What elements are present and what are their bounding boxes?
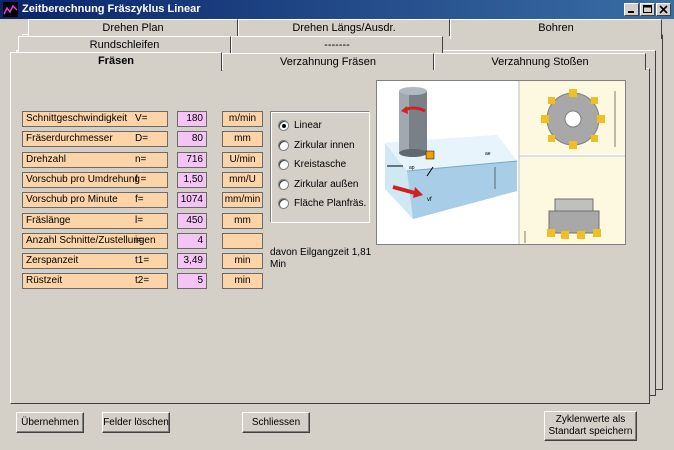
mode-option-label: Linear <box>294 120 322 131</box>
clear-fields-button[interactable]: Felder löschen <box>102 412 170 433</box>
field-value-input[interactable]: 450 <box>177 212 207 229</box>
apply-button[interactable]: Übernehmen <box>16 412 84 433</box>
radio-button-icon[interactable] <box>278 139 289 151</box>
mode-option[interactable]: Kreistasche <box>278 159 346 170</box>
mode-option[interactable]: Zirkular innen <box>278 139 355 151</box>
mode-option-label: Fläche Planfräs. <box>294 198 367 209</box>
save-defaults-button[interactable]: Zyklenwerte als Standart speichern <box>544 411 637 441</box>
milling-illustration: vf ap ae <box>376 80 626 245</box>
field-value-input[interactable]: 716 <box>177 151 207 168</box>
save-defaults-label-1: Zyklenwerte als <box>555 414 626 425</box>
tab-rundschleifen[interactable]: Rundschleifen <box>18 36 231 53</box>
mode-option[interactable]: Zirkular außen <box>278 178 359 190</box>
field-label: Vorschub pro Minute f= <box>22 192 168 209</box>
svg-text:ap: ap <box>409 165 415 171</box>
field-symbol: V= <box>135 113 148 124</box>
tab-fraesen[interactable]: Fräsen <box>10 52 222 71</box>
field-label-text: Zerspanzeit <box>26 255 79 267</box>
mode-option[interactable]: Fläche Planfräs. <box>278 198 366 209</box>
field-symbol: f= <box>135 194 144 206</box>
field-value-input[interactable]: 4 <box>177 232 207 249</box>
close-window-button[interactable] <box>656 3 671 16</box>
field-unit: mm <box>222 131 263 148</box>
field-symbol: t2= <box>135 275 150 287</box>
radio-button-icon[interactable] <box>278 120 289 131</box>
field-label: Fräslänge l= <box>22 212 168 229</box>
close-button[interactable]: Schliessen <box>242 412 310 433</box>
radio-button-icon[interactable] <box>278 178 289 190</box>
field-unit: mm/min <box>222 192 263 209</box>
app-icon <box>3 2 18 17</box>
save-defaults-label-2: Standart speichern <box>548 426 633 437</box>
field-label: Schnittgeschwindigkeit V= <box>22 111 168 127</box>
field-unit: min <box>222 253 263 270</box>
tab-verzahnung-stossen[interactable]: Verzahnung Stoßen <box>434 53 646 70</box>
mode-option[interactable]: Linear <box>278 120 322 131</box>
eilgang-info: davon Eilgangzeit 1,81 Min <box>270 247 371 271</box>
window-title: Zeitberechnung Fräszyklus Linear <box>22 3 201 15</box>
field-unit: U/min <box>222 151 263 168</box>
field-label: Drehzahl n= <box>22 151 168 168</box>
field-unit: m/min <box>222 111 263 127</box>
field-label-text: Fräserdurchmesser <box>26 133 113 145</box>
field-label-text: Vorschub pro Umdrehung <box>26 173 140 185</box>
close-icon <box>659 5 668 14</box>
minimize-button[interactable] <box>624 3 639 16</box>
mode-option-label: Zirkular außen <box>294 178 359 190</box>
eilgang-unit: Min <box>270 259 287 270</box>
maximize-button[interactable] <box>640 3 655 16</box>
mode-option-label: Zirkular innen <box>294 139 355 151</box>
mode-option-label: Kreistasche <box>294 159 347 170</box>
minimize-icon <box>628 11 634 13</box>
tab-drehen-laengs[interactable]: Drehen Längs/Ausdr. <box>238 19 450 36</box>
field-symbol: n= <box>135 153 147 165</box>
field-value-input[interactable]: 180 <box>177 111 207 127</box>
field-symbol: D= <box>135 133 149 145</box>
tab-bohren[interactable]: Bohren <box>450 19 662 39</box>
tab-verzahnung-fraesen[interactable]: Verzahnung Fräsen <box>222 53 434 70</box>
field-unit <box>222 232 263 249</box>
title-bar: Zeitberechnung Fräszyklus Linear <box>0 0 674 19</box>
maximize-icon <box>643 5 652 13</box>
field-label: Rüstzeit t2= <box>22 273 168 290</box>
field-symbol: i= <box>135 234 144 246</box>
milling-diagram: vf ap ae <box>377 81 625 244</box>
field-value-input[interactable]: 80 <box>177 131 207 148</box>
field-label-text: Rüstzeit <box>26 275 63 287</box>
tab-placeholder[interactable]: ------- <box>231 36 443 53</box>
field-value-input[interactable]: 3,49 <box>177 253 207 270</box>
field-value-input[interactable]: 1074 <box>177 192 207 209</box>
eilgang-text: davon Eilgangzeit 1,81 <box>270 247 372 258</box>
field-label-text: Drehzahl <box>26 153 67 165</box>
field-symbol: t1= <box>135 255 150 267</box>
field-label-text: Vorschub pro Minute <box>26 194 118 206</box>
svg-text:ae: ae <box>485 151 491 157</box>
field-unit: min <box>222 273 263 290</box>
field-label: Fräserdurchmesser D= <box>22 131 168 148</box>
field-unit: mm <box>222 212 263 229</box>
field-value-input[interactable]: 1,50 <box>177 171 207 188</box>
radio-button-icon[interactable] <box>278 198 289 209</box>
tab-drehen-plan[interactable]: Drehen Plan <box>28 19 238 36</box>
svg-text:vf: vf <box>427 197 432 203</box>
radio-button-icon[interactable] <box>278 159 289 170</box>
field-symbol: l= <box>135 214 144 226</box>
field-symbol: f = <box>135 173 147 185</box>
field-value-input[interactable]: 5 <box>177 273 207 290</box>
field-unit: mm/U <box>222 171 263 188</box>
field-label: Zerspanzeit t1= <box>22 253 168 270</box>
field-label: Anzahl Schnitte/Zustellungen i= <box>22 232 168 249</box>
field-label: Vorschub pro Umdrehung f = <box>22 171 168 188</box>
field-label-text: Fräslänge <box>26 214 71 226</box>
field-label-text: Schnittgeschwindigkeit <box>26 113 128 124</box>
